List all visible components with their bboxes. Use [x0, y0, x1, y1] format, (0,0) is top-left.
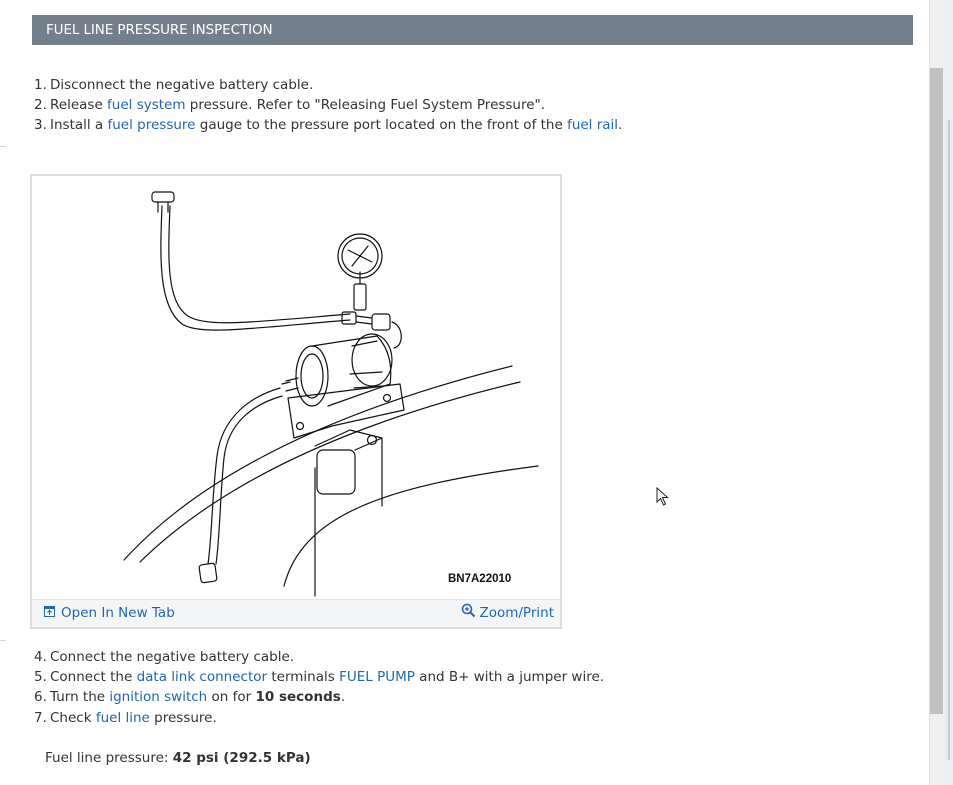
figure-code-label: BN7A22010: [448, 573, 511, 585]
inline-term-link[interactable]: fuel system: [107, 97, 185, 113]
step-item: 1. Disconnect the negative battery cable.: [34, 76, 313, 94]
step-text: Release: [50, 97, 108, 113]
result-label: Fuel line pressure:: [45, 750, 173, 766]
step-number: 1.: [34, 77, 47, 93]
step-number: 5.: [34, 669, 47, 685]
open-tab-icon: [44, 605, 55, 621]
step-text: Disconnect the negative battery cable.: [50, 77, 314, 93]
open-in-new-tab-button[interactable]: Open In New Tab: [44, 605, 175, 621]
fuel-line-pressure-spec: Fuel line pressure: 42 psi (292.5 kPa): [45, 749, 311, 767]
step-text: 10 seconds: [255, 689, 341, 705]
window-edge-accent: [948, 120, 950, 760]
step-item: 2. Release fuel system pressure. Refer to…: [34, 96, 545, 114]
left-divider: [0, 146, 6, 147]
inline-term-link[interactable]: fuel pressure: [108, 117, 196, 133]
step-text: Install a: [50, 117, 108, 133]
section-title: FUEL LINE PRESSURE INSPECTION: [46, 22, 273, 38]
left-divider: [0, 640, 6, 641]
step-item: 7. Check fuel line pressure.: [34, 709, 217, 727]
figure-toolbar: Open In New Tab Zoom/Print: [32, 599, 560, 627]
inline-term-link[interactable]: data link connector: [137, 669, 268, 685]
step-text: on for: [207, 689, 256, 705]
step-text: .: [618, 117, 623, 133]
step-number: 6.: [34, 689, 47, 705]
scrollbar-thumb[interactable]: [930, 68, 943, 714]
step-text: terminals: [267, 669, 340, 685]
step-item: 5. Connect the data link connector termin…: [34, 668, 604, 686]
step-text: .: [340, 689, 346, 705]
step-text: Check: [50, 710, 96, 726]
inline-term-link[interactable]: fuel rail: [567, 117, 618, 133]
step-number: 7.: [34, 710, 47, 726]
result-value: 42 psi (292.5 kPa): [172, 750, 311, 766]
step-text: Connect the negative battery cable.: [50, 649, 295, 665]
step-item: 3. Install a fuel pressure gauge to the p…: [34, 116, 622, 134]
step-number: 3.: [34, 117, 47, 133]
zoom-icon: [461, 603, 476, 622]
step-text: Turn the: [50, 689, 110, 705]
section-header: FUEL LINE PRESSURE INSPECTION: [32, 15, 913, 45]
step-text: gauge to the pressure port located on th…: [195, 117, 568, 133]
step-number: 2.: [34, 97, 47, 113]
step-text: and B+ with a jumper wire.: [414, 669, 605, 685]
figure-panel: BN7A22010 Open In New Tab Zoom/Print: [30, 174, 562, 629]
inline-term-link[interactable]: ignition switch: [109, 689, 207, 705]
inline-term-link[interactable]: FUEL PUMP: [339, 669, 415, 685]
mouse-cursor-icon: [656, 486, 670, 511]
step-item: 4. Connect the negative battery cable.: [34, 648, 294, 666]
step-text: Connect the: [50, 669, 137, 685]
step-number: 4.: [34, 649, 47, 665]
zoom-label: Zoom/Print: [479, 604, 554, 621]
fuel-pressure-gauge-illustration: BN7A22010: [123, 191, 539, 597]
zoom-print-button[interactable]: Zoom/Print: [461, 603, 554, 622]
step-text: pressure. Refer to "Releasing Fuel Syste…: [185, 97, 546, 113]
open-tab-label: Open In New Tab: [61, 605, 175, 621]
inline-term-link[interactable]: fuel line: [96, 710, 150, 726]
step-item: 6. Turn the ignition switch on for 10 sec…: [34, 688, 345, 706]
step-text: pressure.: [149, 710, 217, 726]
